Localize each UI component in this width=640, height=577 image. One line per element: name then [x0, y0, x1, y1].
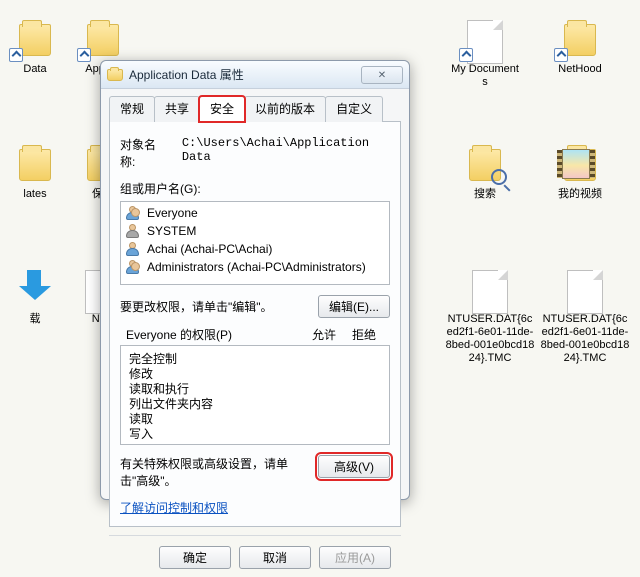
tab-share[interactable]: 共享 — [154, 96, 200, 122]
shortcut-icon — [554, 48, 568, 62]
object-name-value: C:\Users\Achai\Application Data — [182, 136, 390, 170]
tab-custom[interactable]: 自定义 — [325, 96, 383, 122]
tab-general[interactable]: 常规 — [109, 96, 155, 122]
groups-label: 组或用户名(G): — [120, 180, 390, 197]
permission-item: 列出文件夹内容 — [129, 395, 381, 410]
desktop-icon-label: NetHood — [545, 63, 615, 76]
desktop-icon[interactable]: NetHood — [545, 20, 615, 76]
edit-button[interactable]: 编辑(E)... — [318, 295, 390, 318]
user-icon — [125, 241, 141, 257]
close-button[interactable] — [361, 66, 403, 84]
permission-item: 写入 — [129, 425, 381, 440]
dialog-title: Application Data 属性 — [129, 66, 361, 83]
desktop-icon-label: lates — [0, 188, 70, 201]
desktop-icon[interactable]: lates — [0, 145, 70, 201]
system-icon — [125, 223, 141, 239]
desktop-icon[interactable]: Data — [0, 20, 70, 76]
tab-strip: 常规 共享 安全 以前的版本 自定义 — [109, 95, 401, 122]
desktop-icon-label: 我的视频 — [545, 188, 615, 201]
users-icon — [125, 205, 141, 221]
group-item[interactable]: SYSTEM — [125, 222, 385, 240]
permission-item: 读取 — [129, 410, 381, 425]
folder-icon — [107, 67, 123, 83]
desktop-icon[interactable]: 搜索 — [450, 145, 520, 201]
help-link[interactable]: 了解访问控制和权限 — [120, 499, 228, 516]
permission-item: 完全控制 — [129, 350, 381, 365]
desktop-icon-label: NTUSER.DAT{6ced2f1-6e01-11de-8bed-001e0b… — [540, 313, 630, 365]
group-item[interactable]: Administrators (Achai-PC\Administrators) — [125, 258, 385, 276]
cancel-button[interactable]: 取消 — [239, 546, 311, 569]
permission-item: 读取和执行 — [129, 380, 381, 395]
deny-header: 拒绝 — [344, 326, 384, 343]
desktop-icon[interactable]: NTUSER.DAT{6ced2f1-6e01-11de-8bed-001e0b… — [445, 270, 535, 365]
shortcut-icon — [459, 48, 473, 62]
group-item[interactable]: Everyone — [125, 204, 385, 222]
apply-button[interactable]: 应用(A) — [319, 546, 391, 569]
advanced-hint: 有关特殊权限或高级设置，请单击"高级"。 — [120, 455, 310, 489]
video-icon — [562, 149, 590, 179]
group-name: Administrators (Achai-PC\Administrators) — [147, 260, 366, 274]
tab-previous-versions[interactable]: 以前的版本 — [244, 96, 326, 122]
group-name: Achai (Achai-PC\Achai) — [147, 242, 272, 256]
desktop-icon[interactable]: My Documents — [450, 20, 520, 89]
titlebar[interactable]: Application Data 属性 — [101, 61, 409, 89]
users-icon — [125, 259, 141, 275]
group-name: Everyone — [147, 206, 198, 220]
edit-hint: 要更改权限，请单击"编辑"。 — [120, 298, 273, 315]
groups-listbox[interactable]: Everyone SYSTEM Achai (Achai-PC\Achai) A… — [120, 201, 390, 285]
shortcut-icon — [9, 48, 23, 62]
shortcut-icon — [77, 48, 91, 62]
search-icon — [491, 169, 507, 185]
desktop-icon-label: 载 — [0, 313, 70, 326]
properties-dialog: Application Data 属性 常规 共享 安全 以前的版本 自定义 对… — [100, 60, 410, 500]
object-name-label: 对象名称: — [120, 136, 168, 170]
permissions-listbox[interactable]: 完全控制 修改 读取和执行 列出文件夹内容 读取 写入 — [120, 345, 390, 445]
tab-security[interactable]: 安全 — [199, 96, 245, 122]
desktop-icon-label: Data — [0, 63, 70, 76]
allow-header: 允许 — [304, 326, 344, 343]
ok-button[interactable]: 确定 — [159, 546, 231, 569]
desktop-icon[interactable]: NTUSER.DAT{6ced2f1-6e01-11de-8bed-001e0b… — [540, 270, 630, 365]
advanced-button[interactable]: 高级(V) — [318, 455, 390, 478]
permission-item: 修改 — [129, 365, 381, 380]
security-panel: 对象名称: C:\Users\Achai\Application Data 组或… — [109, 122, 401, 527]
desktop-icon-label: NTUSER.DAT{6ced2f1-6e01-11de-8bed-001e0b… — [445, 313, 535, 365]
group-item[interactable]: Achai (Achai-PC\Achai) — [125, 240, 385, 258]
desktop-icon[interactable]: 我的视频 — [545, 145, 615, 201]
download-icon — [27, 270, 41, 290]
group-name: SYSTEM — [147, 224, 196, 238]
desktop-icon[interactable]: 载 — [0, 270, 70, 326]
permissions-label: Everyone 的权限(P) — [126, 326, 304, 343]
desktop-icon-label: My Documents — [450, 63, 520, 89]
